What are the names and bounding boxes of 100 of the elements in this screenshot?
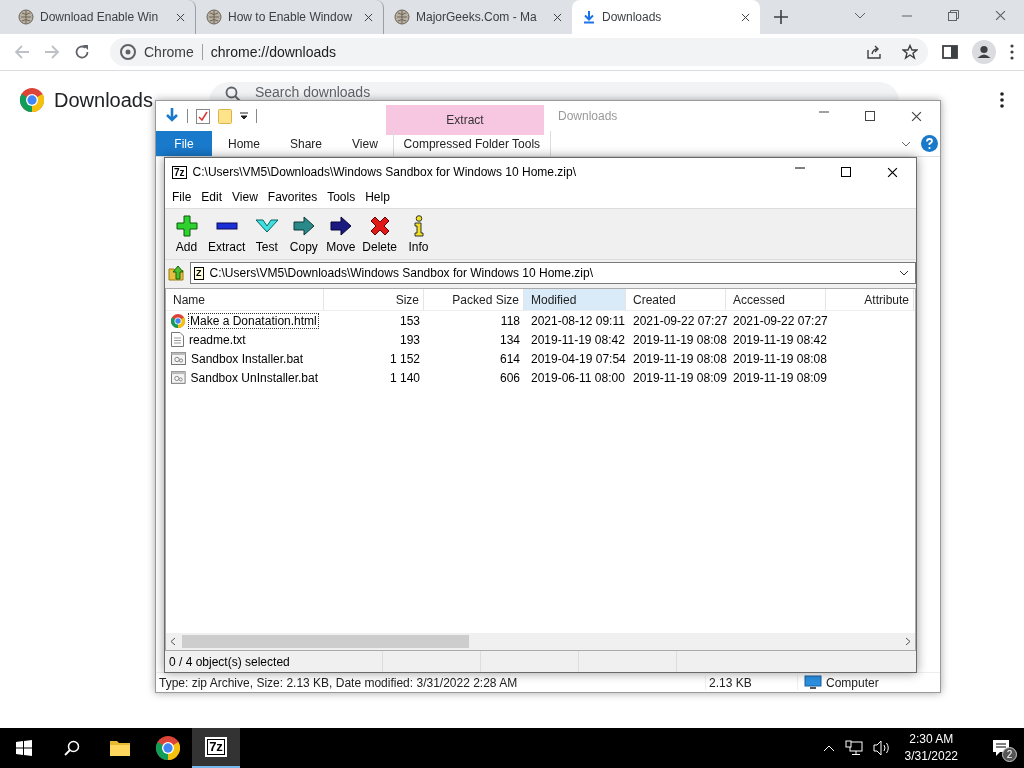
globe-icon (394, 9, 410, 25)
table-cell: 2019-11-19 08:08 (633, 351, 727, 366)
arrow-icon (292, 214, 315, 237)
menu-icon[interactable] (1000, 92, 1004, 108)
computer-icon (804, 675, 822, 690)
close-icon[interactable] (364, 12, 373, 22)
table-cell: 2019-11-19 08:08 (633, 332, 727, 347)
ribbon-tab[interactable]: File (156, 131, 212, 156)
close-icon[interactable] (176, 12, 185, 22)
ribbon-tab[interactable]: Share (275, 131, 338, 156)
clock[interactable]: 2:30 AM 3/31/2022 (904, 731, 958, 765)
toolbar-button[interactable]: Move (322, 209, 360, 259)
toolbar-button[interactable]: Info (400, 209, 438, 259)
star-icon[interactable] (902, 44, 918, 60)
download-icon[interactable] (165, 108, 179, 124)
folder-up-icon[interactable] (168, 264, 186, 282)
close-icon[interactable] (887, 166, 898, 178)
browser-logo-icon (171, 313, 185, 328)
network-icon[interactable] (844, 740, 863, 756)
table-cell: 2019-11-19 08:42 (531, 332, 625, 347)
menu-item[interactable]: Favorites (262, 190, 323, 204)
chevron-down-icon[interactable] (901, 140, 911, 147)
restore-icon[interactable] (948, 10, 959, 21)
table-cell: 2021-08-12 09:11 (531, 313, 625, 328)
help-icon[interactable] (921, 135, 938, 152)
profile-avatar-icon[interactable] (972, 40, 996, 64)
menu-item[interactable]: File (167, 190, 197, 204)
table-cell: 118 (500, 313, 520, 328)
script-file-icon (171, 371, 186, 384)
browser-logo-icon (156, 736, 180, 760)
column-header[interactable]: Attribute (826, 289, 914, 310)
menu-icon[interactable] (1010, 44, 1014, 60)
folder-icon (109, 739, 131, 757)
plus-icon (175, 214, 198, 237)
share-icon[interactable] (866, 44, 882, 60)
table-cell: 1 152 (389, 351, 420, 366)
chevron-down-icon[interactable] (854, 12, 866, 19)
ribbon-tab[interactable]: Compressed Folder Tools (392, 131, 551, 156)
context-tab-header: Extract (386, 105, 544, 135)
document-icon (171, 332, 184, 347)
menu-item[interactable]: Edit (196, 190, 228, 204)
scrollbar-thumb[interactable] (182, 635, 469, 648)
dropdown-icon[interactable] (240, 112, 248, 120)
windows-logo-icon (16, 740, 32, 756)
minimize-icon[interactable] (819, 110, 829, 113)
toolbar-button[interactable]: Copy (285, 209, 323, 259)
chevron-up-icon[interactable] (822, 744, 835, 752)
dropdown-icon[interactable] (899, 270, 909, 276)
ribbon-tab[interactable]: Home (212, 131, 275, 156)
scroll-right-icon[interactable] (905, 637, 911, 646)
maximize-icon[interactable] (865, 110, 875, 121)
table-cell: 2019-11-19 08:09 (633, 370, 727, 385)
table-cell: 2019-06-11 08:00 (531, 370, 625, 385)
status-size: 2.13 KB (705, 675, 797, 690)
window-title: C:\Users\VM5\Downloads\Windows Sandbox for Windows 10 Home.zip\ (192, 165, 578, 179)
table-cell: 2019-11-19 08:42 (733, 332, 827, 347)
close-icon[interactable] (911, 110, 922, 122)
toolbar-button[interactable]: Extract (205, 209, 249, 259)
scroll-left-icon[interactable] (170, 637, 176, 646)
globe-icon (18, 9, 34, 25)
browser-logo-icon (120, 44, 136, 60)
column-header[interactable]: Name (166, 289, 324, 310)
column-header[interactable]: Modified (524, 289, 626, 310)
menu-item[interactable]: Tools (322, 190, 361, 204)
script-file-icon (171, 352, 186, 365)
file-name[interactable]: Make a Donatation.html (188, 312, 319, 329)
path-field[interactable]: Z C:\Users\VM5\Downloads\Windows Sandbox for Windows 10 Home.zip\ (190, 262, 916, 284)
column-header[interactable]: Size (324, 289, 424, 310)
checklist-icon[interactable] (196, 108, 210, 124)
notification-button[interactable]: 2 (978, 728, 1024, 768)
new-tab-icon[interactable] (774, 10, 788, 24)
column-header[interactable]: Accessed (726, 289, 826, 310)
toolbar-button[interactable]: Test (248, 209, 286, 259)
taskbar-app[interactable]: 7z (192, 728, 240, 768)
table-cell: 2019-11-19 08:08 (733, 351, 827, 366)
minimize-icon[interactable] (795, 166, 805, 169)
browser-tab[interactable]: Downloads (572, 0, 760, 34)
table-cell: 2019-04-19 07:54 (531, 351, 626, 366)
path-text: C:\Users\VM5\Downloads\Windows Sandbox for Windows 10 Home.zip\ (209, 266, 594, 280)
reload-icon[interactable] (74, 44, 90, 60)
table-cell: 153 (399, 313, 420, 328)
toolbar-button[interactable]: Add (168, 209, 205, 259)
chrome-logo-icon (20, 88, 44, 112)
info-icon (412, 214, 425, 237)
close-icon[interactable] (741, 12, 750, 22)
table-cell: 614 (499, 351, 520, 366)
menu-item[interactable]: View (227, 190, 263, 204)
column-header[interactable]: Created (626, 289, 726, 310)
menu-item[interactable]: Help (360, 190, 395, 204)
address-bar[interactable]: Chrome chrome://downloads (110, 38, 928, 66)
side-panel-icon[interactable] (942, 44, 958, 60)
file-name[interactable]: Sandbox Installer.bat (189, 350, 306, 367)
file-name[interactable]: Sandbox UnInstaller.bat (188, 369, 320, 386)
close-icon[interactable] (553, 12, 562, 22)
status-text: 0 / 4 object(s) selected (165, 651, 383, 672)
maximize-icon[interactable] (841, 166, 851, 177)
file-name[interactable]: readme.txt (187, 331, 248, 348)
status-location: Computer (826, 675, 879, 690)
volume-icon[interactable] (872, 740, 891, 756)
toolbar-button[interactable]: Delete (359, 209, 401, 259)
